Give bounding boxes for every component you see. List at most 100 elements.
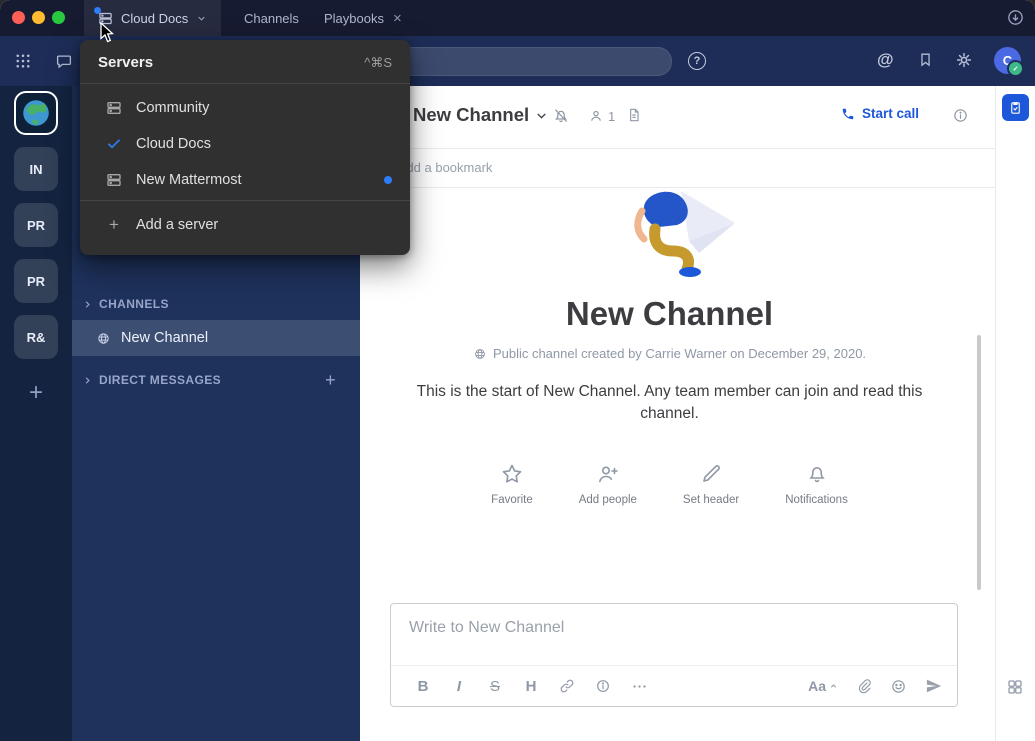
server-tab-label: Cloud Docs — [121, 11, 188, 26]
add-direct-message-button[interactable]: + — [325, 370, 336, 391]
scrollbar[interactable] — [977, 335, 981, 590]
team-tile[interactable]: IN — [14, 147, 58, 191]
menu-divider — [80, 200, 410, 201]
dm-category-label: DIRECT MESSAGES — [99, 373, 221, 387]
muted-bell-icon[interactable] — [552, 107, 570, 125]
favorite-label: Favorite — [491, 494, 533, 506]
channel-intro: New Channel Public channel created by Ca… — [360, 187, 979, 506]
add-bookmark-label: Add a bookmark — [398, 160, 493, 175]
attach-file-icon[interactable] — [856, 678, 872, 694]
pinned-files-icon[interactable] — [626, 107, 642, 123]
bold-icon[interactable]: B — [405, 678, 441, 695]
chevron-down-icon — [196, 13, 207, 24]
more-formatting-icon[interactable] — [621, 678, 657, 695]
menu-item-new-mattermost[interactable]: New Mattermost — [80, 162, 410, 198]
servers-menu-shortcut: ^⌘S — [364, 55, 392, 71]
minimize-window-button[interactable] — [32, 11, 45, 24]
start-call-label: Start call — [862, 106, 919, 121]
intro-byline-text: Public channel created by Carrie Warner … — [493, 346, 866, 361]
team-sidebar: IN PR PR R& + — [0, 86, 72, 741]
clipboard-icon — [1008, 100, 1023, 115]
earth-avatar — [19, 96, 53, 130]
unread-dot — [384, 176, 392, 184]
info-circle-icon[interactable] — [585, 678, 621, 694]
favorite-button[interactable]: Favorite — [491, 462, 533, 506]
members-count-button[interactable]: 1 — [588, 108, 615, 124]
tab-channels[interactable]: Channels — [232, 0, 311, 36]
channel-title-dropdown[interactable]: New Channel — [413, 104, 549, 126]
team-tile[interactable]: PR — [14, 259, 58, 303]
direct-messages-category[interactable]: DIRECT MESSAGES + — [72, 365, 360, 395]
italic-icon[interactable]: I — [441, 678, 477, 695]
playbooks-panel-button[interactable] — [1002, 94, 1029, 121]
heading-icon[interactable]: H — [513, 678, 549, 695]
emoji-icon[interactable] — [890, 678, 907, 695]
mentions-icon[interactable]: @ — [877, 50, 894, 70]
servers-menu-header: Servers ^⌘S — [80, 50, 410, 81]
tab-playbooks[interactable]: Playbooks × — [312, 0, 414, 36]
link-icon[interactable] — [549, 678, 585, 694]
notifications-button[interactable]: Notifications — [785, 462, 848, 506]
online-status-badge: ✓ — [1007, 60, 1024, 77]
add-people-label: Add people — [579, 494, 637, 506]
phone-icon — [841, 107, 855, 121]
apps-grid-icon[interactable] — [1006, 678, 1024, 696]
menu-item-label: New Mattermost — [136, 172, 242, 188]
menu-item-add-server[interactable]: + Add a server — [80, 207, 410, 243]
channels-chat-icon[interactable] — [55, 52, 73, 70]
tab-channels-label: Channels — [244, 11, 299, 26]
intro-description: This is the start of New Channel. Any te… — [397, 381, 942, 426]
menu-item-label: Community — [136, 100, 209, 116]
team-initials: PR — [27, 274, 45, 289]
team-tile[interactable]: PR — [14, 203, 58, 247]
update-download-icon[interactable] — [1006, 8, 1025, 27]
members-icon — [588, 108, 604, 124]
servers-menu-title: Servers — [98, 54, 153, 71]
saved-posts-icon[interactable] — [917, 51, 934, 68]
formatting-toggle[interactable]: Aa — [808, 678, 838, 694]
intro-byline: Public channel created by Carrie Warner … — [473, 346, 866, 361]
products-grid-icon[interactable] — [14, 52, 32, 70]
help-icon[interactable]: ? — [688, 52, 706, 70]
member-count: 1 — [608, 109, 615, 124]
channel-title-label: New Channel — [413, 104, 529, 126]
channel-header: New Channel 1 — [360, 86, 995, 149]
start-call-button[interactable]: Start call — [841, 106, 919, 121]
message-input[interactable]: Write to New Channel — [391, 604, 957, 652]
globe-icon — [96, 331, 111, 346]
user-avatar[interactable]: C ✓ — [994, 47, 1021, 74]
strikethrough-icon[interactable]: S — [477, 678, 513, 695]
menu-item-cloud-docs[interactable]: Cloud Docs — [80, 126, 410, 162]
settings-gear-icon[interactable] — [955, 51, 973, 69]
check-icon — [105, 136, 123, 152]
chevron-up-icon — [829, 682, 838, 691]
menu-item-community[interactable]: Community — [80, 90, 410, 126]
chevron-right-icon — [82, 299, 93, 310]
intro-actions: Favorite Add people Set header — [491, 462, 848, 506]
chevron-down-icon — [534, 108, 549, 123]
zoom-window-button[interactable] — [52, 11, 65, 24]
add-team-button[interactable]: + — [14, 371, 58, 415]
message-composer[interactable]: Write to New Channel B I S H — [390, 603, 958, 707]
team-tile[interactable]: R& — [14, 315, 58, 359]
send-icon[interactable] — [925, 677, 943, 695]
intro-title: New Channel — [566, 295, 773, 333]
channels-category[interactable]: CHANNELS — [72, 289, 360, 319]
set-header-label: Set header — [683, 494, 739, 506]
bookmark-bar[interactable]: + Add a bookmark — [360, 148, 995, 188]
set-header-button[interactable]: Set header — [683, 462, 739, 506]
search-input[interactable] — [370, 47, 672, 76]
bell-icon — [805, 462, 829, 486]
pencil-icon — [699, 462, 723, 486]
close-window-button[interactable] — [12, 11, 25, 24]
globe-icon — [473, 347, 487, 361]
close-tab-icon[interactable]: × — [393, 11, 402, 26]
unread-dot — [94, 7, 101, 14]
channel-info-icon[interactable] — [952, 107, 969, 124]
servers-dropdown-menu: Servers ^⌘S Community Cloud Docs — [80, 40, 410, 255]
add-server-label: Add a server — [136, 217, 218, 233]
sidebar-item-new-channel[interactable]: New Channel — [72, 320, 360, 356]
titlebar: Cloud Docs Channels Playbooks × — [0, 0, 1035, 36]
team-tile-earth[interactable] — [14, 91, 58, 135]
add-people-button[interactable]: Add people — [579, 462, 637, 506]
